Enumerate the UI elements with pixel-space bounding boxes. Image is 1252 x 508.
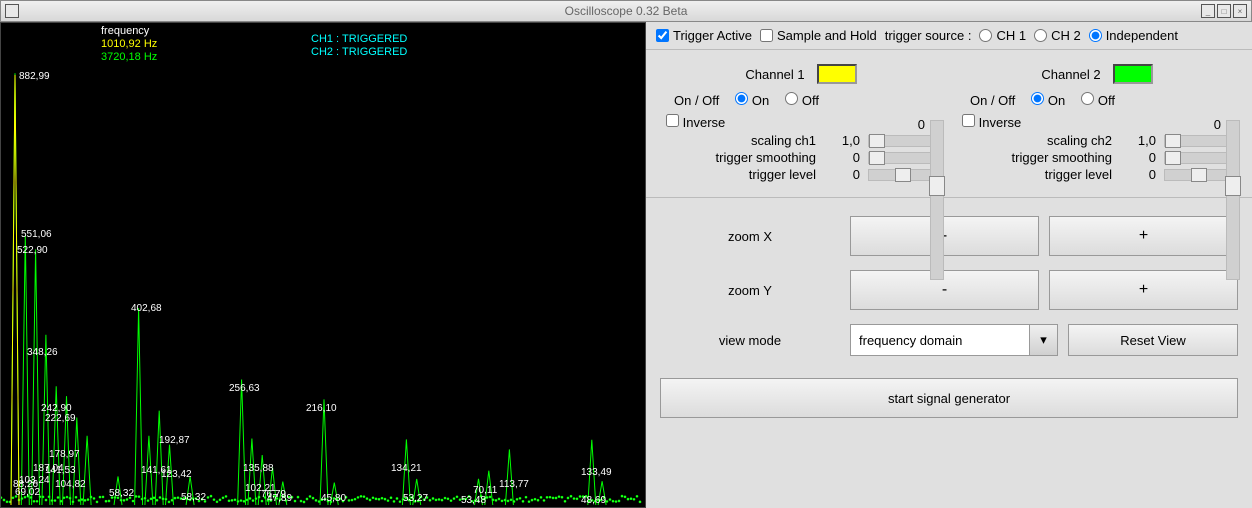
ch2-on-radio[interactable]: On: [1031, 92, 1065, 108]
peak-label: 123,42: [161, 469, 192, 480]
start-signal-generator-button[interactable]: start signal generator: [660, 378, 1238, 418]
peak-label: 135,88: [243, 463, 274, 474]
peak-label: 69,02: [15, 487, 40, 498]
peak-label: 53,27: [403, 493, 428, 504]
ch2-smooth-slider[interactable]: [1164, 152, 1234, 164]
peak-label: 348,26: [27, 347, 58, 358]
ch1-scaling-label: scaling ch1: [664, 133, 824, 148]
channel2-box: Channel 2 On / Off On Off Inverse scalin…: [952, 60, 1242, 187]
ch1-level-value: 0: [832, 167, 860, 182]
peak-label: 256,63: [229, 383, 260, 394]
peak-label: 104,82: [55, 479, 86, 490]
ch2-inverse-checkbox[interactable]: Inverse: [962, 114, 1021, 130]
ch1-onoff-label: On / Off: [674, 93, 719, 108]
peak-label: 551,06: [21, 229, 52, 240]
ch2-vertical-slider[interactable]: 0: [1226, 120, 1240, 280]
zoom-x-minus-button[interactable]: -: [850, 216, 1039, 256]
zoom-x-plus-button[interactable]: +: [1049, 216, 1238, 256]
minimize-icon[interactable]: _: [1201, 4, 1215, 18]
ch1-scaling-value: 1,0: [832, 133, 860, 148]
peak-label: 222,69: [45, 413, 76, 424]
chevron-down-icon: ▾: [1029, 325, 1057, 355]
ch2-onoff-label: On / Off: [970, 93, 1015, 108]
ch2-smooth-label: trigger smoothing: [960, 150, 1120, 165]
ch2-scaling-value: 1,0: [1128, 133, 1156, 148]
ch1-level-slider[interactable]: [868, 169, 938, 181]
ch2-scaling-label: scaling ch2: [960, 133, 1120, 148]
peak-label: 882,99: [19, 71, 50, 82]
view-mode-combo[interactable]: frequency domain▾: [850, 324, 1058, 356]
peak-label: 402,68: [131, 303, 162, 314]
peak-label: 47,89: [267, 493, 292, 504]
channel1-box: Channel 1 On / Off On Off Inverse scalin…: [656, 60, 946, 187]
ch1-level-label: trigger level: [664, 167, 824, 182]
trigger-source-ch2-radio[interactable]: CH 2: [1034, 28, 1081, 43]
zoom-x-label: zoom X: [660, 229, 840, 244]
zoom-y-label: zoom Y: [660, 283, 840, 298]
channel2-color-swatch[interactable]: [1113, 64, 1153, 84]
trigger-source-label: trigger source :: [885, 28, 972, 43]
ch1-off-radio[interactable]: Off: [785, 92, 819, 108]
peak-label: 178,97: [49, 449, 80, 460]
channel1-title: Channel 1: [745, 67, 804, 82]
peak-label: 58,32: [109, 488, 134, 499]
trigger-row: Trigger Active Sample and Hold trigger s…: [646, 22, 1252, 50]
peak-label: 187,04: [33, 463, 64, 474]
ch1-smooth-label: trigger smoothing: [664, 150, 824, 165]
peak-label: 522,90: [17, 245, 48, 256]
ch1-vertical-slider[interactable]: 0: [930, 120, 944, 280]
maximize-icon[interactable]: □: [1217, 4, 1231, 18]
ch2-off-radio[interactable]: Off: [1081, 92, 1115, 108]
oscilloscope-display: frequency 1010,92 Hz 3720,18 Hz CH1 : TR…: [0, 22, 646, 508]
zoom-y-plus-button[interactable]: +: [1049, 270, 1238, 310]
ch2-level-label: trigger level: [960, 167, 1120, 182]
ch2-scaling-slider[interactable]: [1164, 135, 1234, 147]
reset-view-button[interactable]: Reset View: [1068, 324, 1238, 356]
peak-label: 48,69: [581, 495, 606, 506]
close-icon[interactable]: ×: [1233, 4, 1247, 18]
ch1-scaling-slider[interactable]: [868, 135, 938, 147]
window-menu-icon[interactable]: [5, 4, 19, 18]
peak-label: 53,48: [461, 495, 486, 506]
zoom-y-minus-button[interactable]: -: [850, 270, 1039, 310]
ch1-inverse-checkbox[interactable]: Inverse: [666, 114, 725, 130]
ch2-level-slider[interactable]: [1164, 169, 1234, 181]
ch1-smooth-slider[interactable]: [868, 152, 938, 164]
ch2-smooth-value: 0: [1128, 150, 1156, 165]
view-mode-label: view mode: [660, 333, 840, 348]
sample-hold-checkbox[interactable]: Sample and Hold: [760, 28, 877, 43]
peak-label: 45,80: [321, 493, 346, 504]
channel1-color-swatch[interactable]: [817, 64, 857, 84]
peak-label: 192,87: [159, 435, 190, 446]
ch1-smooth-value: 0: [832, 150, 860, 165]
spectrum-plot: [1, 21, 647, 507]
window-title: Oscilloscope 0.32 Beta: [565, 4, 688, 18]
peak-label: 113,77: [499, 479, 529, 490]
peak-label: 58,32: [181, 492, 206, 503]
channel2-title: Channel 2: [1041, 67, 1100, 82]
peak-label: 216,10: [306, 403, 337, 414]
ch2-level-value: 0: [1128, 167, 1156, 182]
window-titlebar: Oscilloscope 0.32 Beta _ □ ×: [0, 0, 1252, 22]
trigger-active-checkbox[interactable]: Trigger Active: [656, 28, 752, 43]
trigger-source-ch1-radio[interactable]: CH 1: [979, 28, 1026, 43]
trigger-source-independent-radio[interactable]: Independent: [1089, 28, 1178, 43]
control-panel: Trigger Active Sample and Hold trigger s…: [646, 22, 1252, 508]
peak-label: 134,21: [391, 463, 422, 474]
ch1-on-radio[interactable]: On: [735, 92, 769, 108]
peak-label: 133,49: [581, 467, 612, 478]
